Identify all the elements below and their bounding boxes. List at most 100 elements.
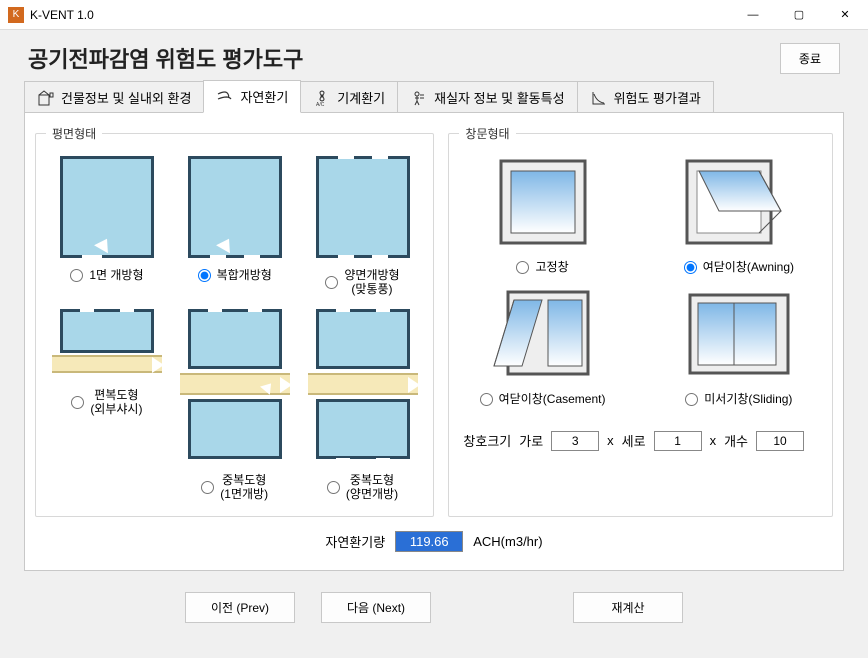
size-x1: x [607,433,614,448]
close-button[interactable]: ✕ [822,0,868,30]
tab-building-info[interactable]: 건물정보 및 실내외 환경 [24,81,204,113]
footer-bar: 이전 (Prev) 다음 (Next) 재계산 [0,584,868,637]
window-option-fixed: 고정창 [488,152,598,274]
radio-input[interactable] [201,481,214,494]
size-height-input[interactable] [654,431,702,451]
tab-occupant[interactable]: 재실자 정보 및 활동특성 [397,81,577,113]
window-radio-sliding[interactable]: 미서기창(Sliding) [685,392,792,406]
plan-radio-center-1side[interactable]: 중복도형 (1면개방) [201,473,268,502]
plan-radio-center-2side[interactable]: 중복도형 (양면개방) [327,473,398,502]
plan-fig-complex [180,152,290,262]
person-icon [410,89,428,107]
plan-fig-1side [52,152,162,262]
size-width-label: 가로 [519,431,543,450]
plan-radio-complex[interactable]: 복합개방형 [198,268,272,282]
window-option-casement: 여닫이창(Casement) [480,284,606,406]
plan-radio-1side[interactable]: 1면 개방형 [70,268,143,282]
window-legend: 창문형태 [459,125,515,142]
radio-input[interactable] [684,261,697,274]
window-radio-awning[interactable]: 여닫이창(Awning) [684,260,794,274]
radio-input[interactable] [516,261,529,274]
plan-option-center-2side: 중복도형 (양면개방) [302,307,424,502]
radio-label: 여닫이창(Casement) [499,392,606,406]
app-icon: K [8,7,24,23]
radio-input[interactable] [480,393,493,406]
plan-option-center-1side: 중복도형 (1면개방) [174,307,296,502]
plan-option-1side: 1면 개방형 [46,152,168,297]
plan-legend: 평면형태 [46,125,102,142]
radio-label: 중복도형 (1면개방) [220,473,268,502]
chart-icon [590,89,608,107]
tab-label: 건물정보 및 실내외 환경 [61,88,191,107]
radio-label: 중복도형 (양면개방) [346,473,398,502]
window-size-row: 창호크기 가로 x 세로 x 개수 [459,431,822,451]
plan-option-complex: 복합개방형 [174,152,296,297]
titlebar: K K-VENT 1.0 ― ▢ ✕ [0,0,868,30]
minimize-button[interactable]: ― [730,0,776,30]
window-fig-casement [488,284,598,384]
main-panel: 평면형태 1면 개방형 [24,112,844,571]
plan-fig-side-corridor [52,307,162,382]
spacer [457,592,547,623]
radio-input[interactable] [325,276,338,289]
window-fig-awning [684,152,794,252]
next-button[interactable]: 다음 (Next) [321,592,431,623]
tab-risk-result[interactable]: 위험도 평가결과 [577,81,714,113]
result-label: 자연환기량 [325,532,385,551]
radio-label: 편복도형 (외부샤시) [90,388,142,417]
window-title: K-VENT 1.0 [30,8,730,22]
tab-label: 기계환기 [337,88,385,107]
radio-label: 여닫이창(Awning) [703,260,794,274]
radio-input[interactable] [70,269,83,282]
size-count-input[interactable] [756,431,804,451]
plan-option-side-corridor: 편복도형 (외부샤시) [46,307,168,502]
tab-label: 재실자 정보 및 활동특성 [434,88,564,107]
window-option-sliding: 미서기창(Sliding) [684,284,794,406]
window-type-group: 창문형태 고정창 [448,125,833,517]
size-width-input[interactable] [551,431,599,451]
prev-button[interactable]: 이전 (Prev) [185,592,295,623]
recalc-button[interactable]: 재계산 [573,592,683,623]
radio-input[interactable] [71,396,84,409]
plan-type-group: 평면형태 1면 개방형 [35,125,434,517]
radio-label: 양면개방형 (맞통풍) [344,268,399,297]
size-count-label: 개수 [724,431,748,450]
svg-text:A/C: A/C [316,102,325,107]
window-fig-sliding [684,284,794,384]
size-height-label: 세로 [622,431,646,450]
radio-input[interactable] [327,481,340,494]
header: 공기전파감염 위험도 평가도구 종료 [0,30,868,80]
radio-label: 복합개방형 [217,268,272,282]
result-row: 자연환기량 119.66 ACH(m3/hr) [35,531,833,552]
plan-fig-center-2side [308,307,418,467]
plan-fig-cross [308,152,418,262]
tab-label: 위험도 평가결과 [614,88,701,107]
plan-radio-cross[interactable]: 양면개방형 (맞통풍) [325,268,399,297]
plan-radio-side-corridor[interactable]: 편복도형 (외부샤시) [71,388,142,417]
size-x2: x [710,433,717,448]
result-unit: ACH(m3/hr) [473,534,542,549]
wind-icon [216,88,234,106]
result-value: 119.66 [395,531,463,552]
tab-mech-vent[interactable]: A/C 기계환기 [300,81,398,113]
tab-natural-vent[interactable]: 자연환기 [203,80,301,113]
radio-label: 미서기창(Sliding) [704,392,792,406]
window-option-awning: 여닫이창(Awning) [684,152,794,274]
window-fig-fixed [488,152,598,252]
radio-label: 고정창 [535,260,568,274]
tab-bar: 건물정보 및 실내외 환경 자연환기 A/C 기계환기 재실자 정보 및 활동특… [0,80,868,113]
tab-label: 자연환기 [240,87,288,106]
radio-label: 1면 개방형 [89,268,143,282]
maximize-button[interactable]: ▢ [776,0,822,30]
fan-icon: A/C [313,89,331,107]
radio-input[interactable] [198,269,211,282]
size-title: 창호크기 [463,431,511,450]
plan-fig-center-1side [180,307,290,467]
window-radio-fixed[interactable]: 고정창 [516,260,568,274]
building-icon [37,89,55,107]
window-radio-casement[interactable]: 여닫이창(Casement) [480,392,606,406]
exit-button[interactable]: 종료 [780,43,840,74]
page-title: 공기전파감염 위험도 평가도구 [28,42,303,74]
plan-option-cross: 양면개방형 (맞통풍) [302,152,424,297]
radio-input[interactable] [685,393,698,406]
